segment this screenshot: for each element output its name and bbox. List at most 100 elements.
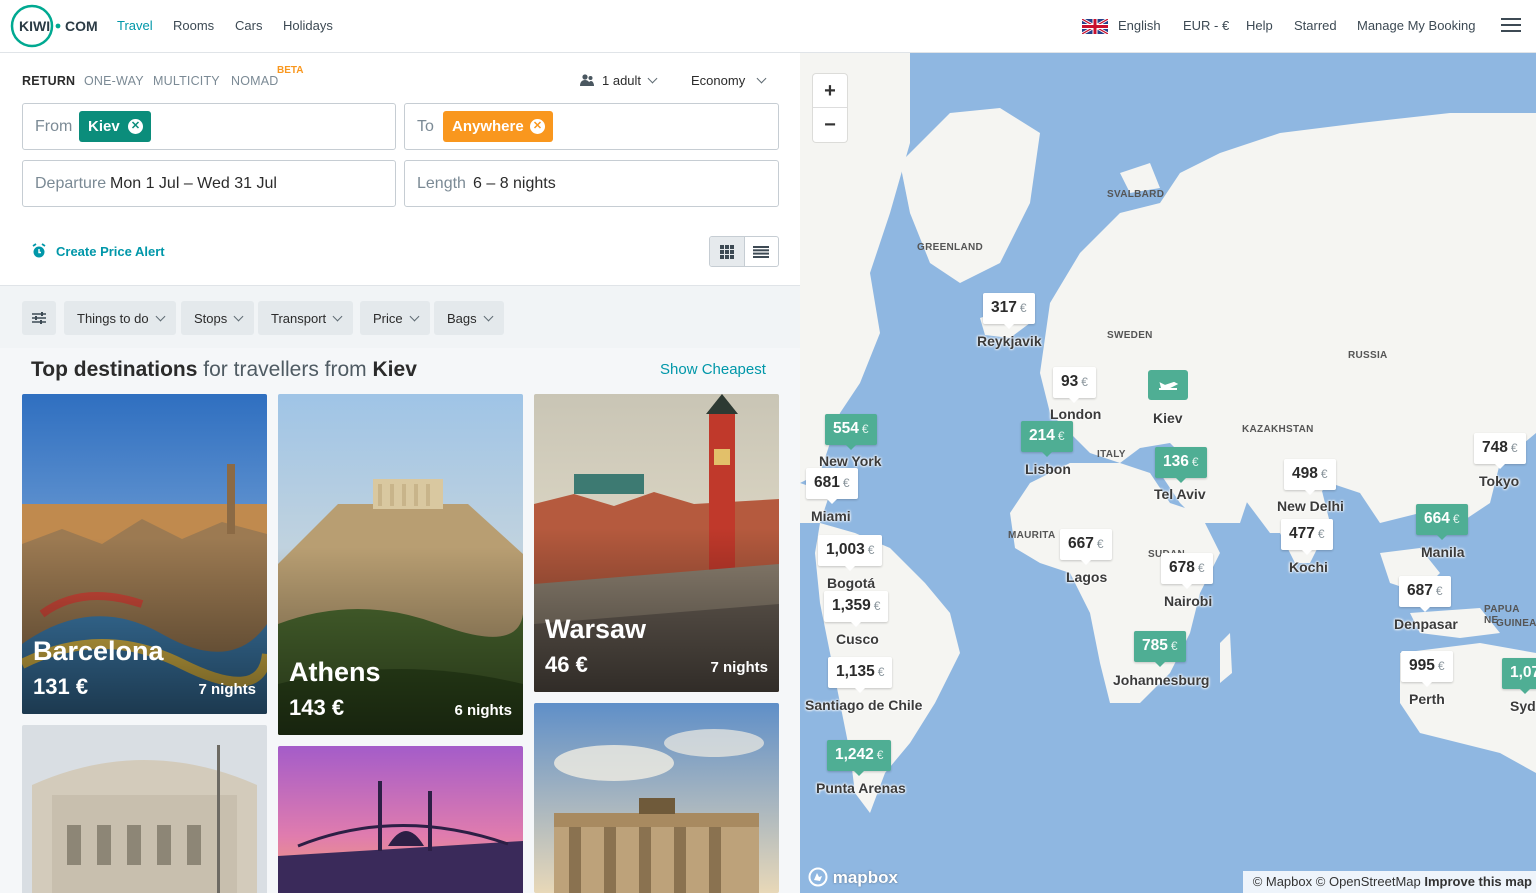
beta-badge: BETA bbox=[277, 65, 304, 76]
show-cheapest-link[interactable]: Show Cheapest bbox=[660, 361, 766, 378]
starred-link[interactable]: Starred bbox=[1294, 18, 1337, 33]
departure-field[interactable]: Departure Mon 1 Jul – Wed 31 Jul bbox=[22, 160, 396, 207]
pin-currency: € bbox=[876, 748, 884, 762]
destination-card-istanbul[interactable] bbox=[278, 746, 523, 893]
pin-city-label: Nairobi bbox=[1164, 593, 1213, 609]
price-pin-lisbon[interactable]: 214 € bbox=[1021, 421, 1073, 457]
filter-stops[interactable]: Stops bbox=[181, 301, 255, 335]
destination-card-warsaw[interactable]: Warsaw 46 € 7 nights bbox=[534, 394, 779, 692]
price-pin-reykjavik[interactable]: 317 € bbox=[983, 293, 1035, 329]
pin-price: 995 bbox=[1409, 657, 1435, 674]
price-pin-sydney[interactable]: 1,07 bbox=[1502, 658, 1536, 694]
nav-holidays[interactable]: Holidays bbox=[283, 18, 333, 33]
price-pin-punta-arenas[interactable]: 1,242 € bbox=[827, 740, 892, 776]
price-pin-johannesburg[interactable]: 785 € bbox=[1134, 631, 1186, 667]
origin-city-label: Kiev bbox=[1153, 410, 1183, 426]
to-field[interactable]: To Anywhere ✕ bbox=[404, 103, 779, 150]
mapbox-icon bbox=[808, 867, 828, 887]
create-price-alert-link[interactable]: Create Price Alert bbox=[56, 244, 165, 259]
alarm-icon[interactable] bbox=[31, 243, 47, 259]
uk-flag-icon[interactable] bbox=[1082, 19, 1108, 34]
world-map[interactable]: + − GREENLAND SVALBARD SWEDEN RUSSIA KAZ… bbox=[800, 53, 1536, 893]
manage-booking-link[interactable]: Manage My Booking bbox=[1357, 18, 1476, 33]
from-field[interactable]: From Kiev ✕ bbox=[22, 103, 396, 150]
zoom-in-button[interactable]: + bbox=[813, 74, 847, 108]
price-pin-new-delhi[interactable]: 498 € bbox=[1284, 459, 1336, 495]
price-pin-tel-aviv[interactable]: 136 € bbox=[1155, 447, 1207, 483]
price-pin-cusco[interactable]: 1,359 € bbox=[824, 591, 889, 627]
pin-currency: € bbox=[1019, 301, 1027, 315]
price-pin-santiago[interactable]: 1,135 € bbox=[828, 657, 893, 693]
price-pin-lagos[interactable]: 667 € bbox=[1060, 529, 1112, 565]
pin-currency: € bbox=[1437, 659, 1445, 673]
vienna-photo bbox=[22, 725, 267, 893]
price-pin-perth[interactable]: 995 € bbox=[1401, 651, 1453, 687]
tab-return[interactable]: RETURN bbox=[22, 74, 75, 88]
filter-transport[interactable]: Transport bbox=[258, 301, 354, 335]
currency-selector[interactable]: EUR - € bbox=[1183, 18, 1229, 33]
passengers-selector[interactable]: 1 adult bbox=[580, 73, 658, 88]
attribution-mapbox-link[interactable]: © Mapbox bbox=[1253, 874, 1312, 889]
kiwi-logo[interactable]: KIWI COM bbox=[10, 4, 100, 48]
nav-travel[interactable]: Travel bbox=[117, 18, 153, 33]
length-field[interactable]: Length 6 – 8 nights bbox=[404, 160, 779, 207]
destination-card-vienna[interactable] bbox=[22, 725, 267, 893]
price-pin-new-york[interactable]: 554 € bbox=[825, 414, 877, 450]
nav-rooms[interactable]: Rooms bbox=[173, 18, 214, 33]
departure-label: Departure bbox=[35, 175, 107, 192]
pin-city-label: Syd bbox=[1510, 698, 1536, 714]
chevron-down-icon bbox=[483, 311, 494, 322]
title-bold: Top destinations bbox=[31, 358, 198, 381]
price-pin-manila[interactable]: 664 € bbox=[1416, 504, 1468, 540]
zoom-out-button[interactable]: − bbox=[813, 108, 847, 142]
tab-nomad[interactable]: NOMAD bbox=[231, 74, 279, 88]
card-price: 131 € bbox=[33, 674, 89, 699]
improve-map-link[interactable]: Improve this map bbox=[1424, 874, 1532, 889]
chevron-down-icon bbox=[409, 311, 420, 322]
price-pin-bogota[interactable]: 1,003 € bbox=[818, 535, 883, 571]
price-pin-denpasar[interactable]: 687 € bbox=[1399, 576, 1451, 612]
pin-city-label: New Delhi bbox=[1277, 498, 1344, 514]
destination-card-berlin[interactable] bbox=[534, 703, 779, 893]
language-selector[interactable]: English bbox=[1118, 18, 1161, 33]
pin-city-label: Tokyo bbox=[1479, 473, 1520, 489]
price-pin-london[interactable]: 93 € bbox=[1053, 367, 1096, 403]
destination-card-athens[interactable]: Athens 143 € 6 nights bbox=[278, 394, 523, 735]
departure-value: Mon 1 Jul – Wed 31 Jul bbox=[110, 175, 277, 192]
tab-one-way[interactable]: ONE-WAY bbox=[84, 74, 144, 88]
filter-things-to-do[interactable]: Things to do bbox=[64, 301, 176, 335]
origin-airport-pin[interactable] bbox=[1148, 370, 1188, 400]
price-pin-miami[interactable]: 681 € bbox=[806, 468, 858, 504]
card-city: Athens bbox=[289, 657, 381, 687]
region-label: KAZAKHSTAN bbox=[1242, 424, 1314, 435]
destination-card-barcelona[interactable]: Barcelona 131 € 7 nights bbox=[22, 394, 267, 714]
card-nights: 7 nights bbox=[198, 681, 256, 698]
section-title: Top destinations for travellers from Kie… bbox=[31, 358, 417, 382]
help-link[interactable]: Help bbox=[1246, 18, 1273, 33]
cabin-selector[interactable]: Economy bbox=[691, 73, 767, 88]
pin-currency: € bbox=[1320, 467, 1328, 481]
menu-icon[interactable] bbox=[1501, 18, 1521, 34]
to-chip[interactable]: Anywhere ✕ bbox=[443, 111, 553, 142]
price-pin-nairobi[interactable]: 678 € bbox=[1161, 553, 1213, 589]
filter-bags[interactable]: Bags bbox=[434, 301, 504, 335]
mapbox-logo[interactable]: mapbox bbox=[808, 863, 898, 888]
mapbox-text: mapbox bbox=[832, 868, 898, 887]
from-chip[interactable]: Kiev ✕ bbox=[79, 111, 151, 142]
price-pin-tokyo[interactable]: 748 € bbox=[1474, 433, 1526, 469]
card-price: 46 € bbox=[545, 652, 588, 677]
nav-cars[interactable]: Cars bbox=[235, 18, 262, 33]
card-price: 143 € bbox=[289, 695, 345, 720]
remove-icon[interactable]: ✕ bbox=[128, 119, 143, 134]
tab-multicity[interactable]: MULTICITY bbox=[153, 74, 220, 88]
pin-price: 498 bbox=[1292, 465, 1318, 482]
filter-settings-icon[interactable] bbox=[22, 301, 56, 335]
attribution-osm-link[interactable]: © OpenStreetMap bbox=[1316, 874, 1421, 889]
remove-icon[interactable]: ✕ bbox=[530, 119, 545, 134]
pin-currency: € bbox=[1096, 537, 1104, 551]
grid-view-icon[interactable] bbox=[710, 237, 745, 266]
pin-currency: € bbox=[1317, 527, 1325, 541]
price-pin-kochi[interactable]: 477 € bbox=[1281, 519, 1333, 555]
filter-price[interactable]: Price bbox=[360, 301, 430, 335]
list-view-icon[interactable] bbox=[745, 237, 779, 266]
